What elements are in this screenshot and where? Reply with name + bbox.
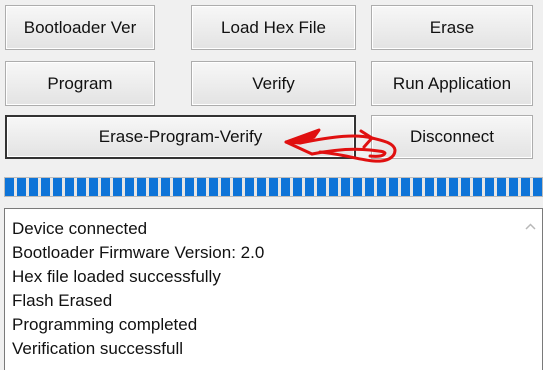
- bootloader-ver-button[interactable]: Bootloader Ver: [5, 5, 155, 50]
- verify-button[interactable]: Verify: [191, 61, 356, 106]
- log-line: Hex file loaded successfully: [12, 267, 221, 286]
- run-application-button[interactable]: Run Application: [371, 61, 533, 106]
- erase-program-verify-button[interactable]: Erase-Program-Verify: [5, 115, 356, 159]
- progress-bar-fill: [5, 178, 542, 196]
- progress-bar: [4, 177, 543, 197]
- disconnect-button[interactable]: Disconnect: [371, 115, 533, 159]
- program-button[interactable]: Program: [5, 61, 155, 106]
- chevron-up-icon[interactable]: [523, 219, 538, 234]
- log-lines: Device connected Bootloader Firmware Vers…: [12, 217, 264, 361]
- erase-button[interactable]: Erase: [371, 5, 533, 50]
- log-line: Verification successfull: [12, 339, 184, 358]
- log-scrollbar[interactable]: [519, 209, 542, 370]
- log-line: Bootloader Firmware Version: 2.0: [12, 243, 265, 262]
- log-line: Flash Erased: [12, 291, 113, 310]
- log-line: Programming completed: [12, 315, 198, 334]
- load-hex-file-button[interactable]: Load Hex File: [191, 5, 356, 50]
- log-line: Device connected: [12, 219, 148, 238]
- status-log[interactable]: Device connected Bootloader Firmware Vers…: [4, 208, 543, 370]
